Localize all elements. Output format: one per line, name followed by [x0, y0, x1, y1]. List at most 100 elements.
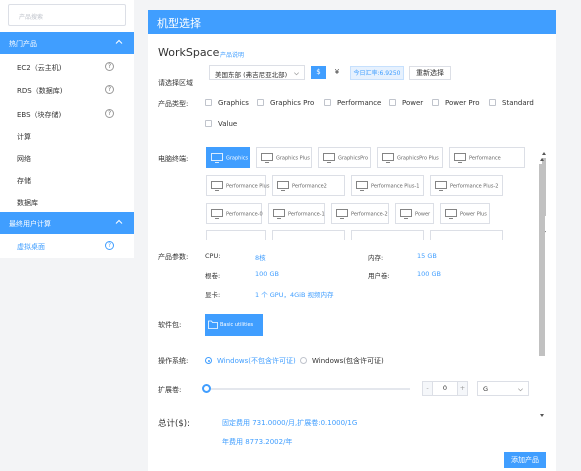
checkbox-box: [432, 99, 439, 106]
monitor-icon: [261, 153, 273, 163]
cpu-value: 8核: [255, 254, 266, 262]
help-icon[interactable]: ?: [105, 62, 114, 71]
terminal-card-partial: [272, 230, 345, 240]
sidebar-item-compute[interactable]: 计算: [0, 126, 134, 146]
terminal-card-label: Performance2: [292, 183, 327, 190]
terminal-card-performance-plus[interactable]: Performance Plus: [206, 175, 270, 196]
checkbox-label: Performance: [337, 99, 382, 107]
sidebar-item-rds[interactable]: RDS（数据库) ?: [0, 80, 134, 100]
user-volume-label: 用户卷:: [368, 272, 390, 280]
sidebar-item-label: 计算: [17, 133, 31, 141]
terminal-card-performance-plus-2[interactable]: Performance Plus-2: [430, 175, 503, 196]
terminal-card-performance-1[interactable]: Performance-1: [268, 203, 325, 224]
add-product-button[interactable]: 添加产品: [504, 452, 546, 468]
terminal-card-graphics-pro[interactable]: GraphicsPro: [318, 147, 371, 168]
sidebar: 产品搜索 热门产品 EC2（云主机) ? RDS（数据库) ? EBS（块存储)…: [0, 0, 134, 258]
checkbox-power-pro[interactable]: Power Pro: [432, 99, 480, 107]
help-icon[interactable]: ?: [105, 85, 114, 94]
total-annual-fee: 年费用 8773.2002/年: [222, 438, 293, 446]
sidebar-item-database[interactable]: 数据库: [0, 192, 134, 212]
product-doc-link[interactable]: 产品说明: [220, 50, 244, 59]
terminal-card-label: Performance Plus: [226, 183, 270, 190]
software-card-label: Basic utilities: [220, 322, 254, 328]
sidebar-item-label: 网络: [17, 155, 31, 163]
region-value: 美国东部 (弗吉尼亚北部): [215, 71, 288, 79]
currency-usd-button[interactable]: $: [311, 66, 326, 79]
terminal-card-graphics[interactable]: Graphics: [206, 147, 250, 168]
os-radio-with-license[interactable]: Windows(包含许可证): [300, 356, 384, 366]
expand-volume-slider-track[interactable]: [206, 388, 410, 390]
expand-volume-slider-knob[interactable]: [202, 384, 211, 393]
checkbox-graphics[interactable]: Graphics: [205, 99, 249, 107]
checkbox-label: Graphics: [218, 99, 249, 107]
sidebar-item-ebs[interactable]: EBS（块存储) ?: [0, 104, 134, 124]
total-fixed-fee: 固定费用 731.0000/月,扩展卷:0.1000/1G: [222, 419, 358, 427]
user-volume-value: 100 GB: [417, 270, 441, 278]
help-icon[interactable]: ?: [105, 109, 114, 118]
checkbox-power[interactable]: Power: [389, 99, 423, 107]
sidebar-item-ec2[interactable]: EC2（云主机) ?: [0, 57, 134, 77]
terminal-card-label: Performance: [469, 155, 501, 162]
monitor-icon: [454, 153, 466, 163]
terminal-card-power[interactable]: Power: [395, 203, 434, 224]
root-volume-value: 100 GB: [255, 270, 279, 278]
chevron-down-icon: [518, 388, 523, 392]
monitor-icon: [211, 181, 223, 191]
monitor-icon: [356, 181, 368, 191]
terminal-card-performance[interactable]: Performance: [449, 147, 525, 168]
gpu-label: 显卡:: [205, 291, 221, 299]
hot-products-group-header[interactable]: 热门产品: [0, 32, 134, 54]
expand-volume-value[interactable]: 0: [433, 382, 457, 395]
decrement-button[interactable]: -: [423, 382, 433, 395]
sidebar-item-label: RDS（数据库): [17, 87, 63, 95]
params-label: 产品参数:: [158, 253, 189, 261]
memory-label: 内存:: [368, 254, 384, 262]
main-scrollbar[interactable]: [538, 156, 546, 420]
terminal-card-partial: [206, 230, 266, 240]
terminal-card-performance-plus-1[interactable]: Performance Plus-1: [351, 175, 424, 196]
software-card-basic-utilities[interactable]: Basic utilities: [205, 314, 263, 336]
terminal-card-performance2[interactable]: Performance2: [272, 175, 345, 196]
increment-button[interactable]: +: [457, 382, 467, 395]
product-search-input[interactable]: 产品搜索: [8, 4, 126, 26]
monitor-icon: [336, 209, 348, 219]
terminal-card-performance-0[interactable]: Performance-0: [206, 203, 263, 224]
sidebar-item-virtual-desktop[interactable]: 虚拟桌面 ?: [0, 236, 134, 256]
reset-button[interactable]: 重新选择: [409, 66, 451, 80]
terminal-card-label: Performance-2: [351, 211, 388, 218]
radio-dot: [205, 357, 212, 364]
software-label: 软件包:: [158, 321, 182, 329]
terminal-card-power-plus[interactable]: Power Plus: [440, 203, 490, 224]
product-type-label: 产品类型:: [158, 100, 189, 108]
region-select[interactable]: 美国东部 (弗吉尼亚北部): [209, 65, 305, 80]
monitor-icon: [273, 209, 285, 219]
terminal-card-performance-2[interactable]: Performance-2: [331, 203, 389, 224]
monitor-icon: [323, 153, 335, 163]
chevron-down-icon: [294, 72, 299, 76]
os-label: 操作系统:: [158, 357, 189, 365]
group-title: 热门产品: [9, 40, 37, 48]
chevron-up-icon: [115, 39, 123, 44]
sidebar-item-label: EC2（云主机): [17, 64, 62, 72]
terminal-card-graphics-plus[interactable]: Graphics Plus: [256, 147, 312, 168]
terminal-card-graphics-pro-plus[interactable]: GraphicsPro Plus: [377, 147, 443, 168]
checkbox-box: [205, 99, 212, 106]
end-user-computing-group-header[interactable]: 最终用户计算: [0, 212, 134, 234]
os-radio-without-license[interactable]: Windows(不包含许可证): [205, 356, 296, 366]
currency-cny-button[interactable]: ¥: [330, 66, 344, 79]
help-icon[interactable]: ?: [105, 241, 114, 250]
folder-icon: [208, 320, 218, 329]
sidebar-item-network[interactable]: 网络: [0, 148, 134, 168]
checkbox-box: [489, 99, 496, 106]
expand-unit-select[interactable]: G: [477, 381, 529, 396]
checkbox-value[interactable]: Value: [205, 120, 237, 128]
checkbox-label: Power: [402, 99, 424, 107]
monitor-icon: [211, 153, 223, 163]
checkbox-standard[interactable]: Standard: [489, 99, 534, 107]
sidebar-item-storage[interactable]: 存储: [0, 170, 134, 190]
checkbox-performance[interactable]: Performance: [324, 99, 381, 107]
checkbox-graphics-pro[interactable]: Graphics Pro: [257, 99, 314, 107]
terminal-card-list: Graphics Graphics Plus GraphicsPro Graph…: [204, 146, 538, 240]
checkbox-label: Power Pro: [445, 99, 480, 107]
radio-label: Windows(包含许可证): [312, 357, 384, 365]
